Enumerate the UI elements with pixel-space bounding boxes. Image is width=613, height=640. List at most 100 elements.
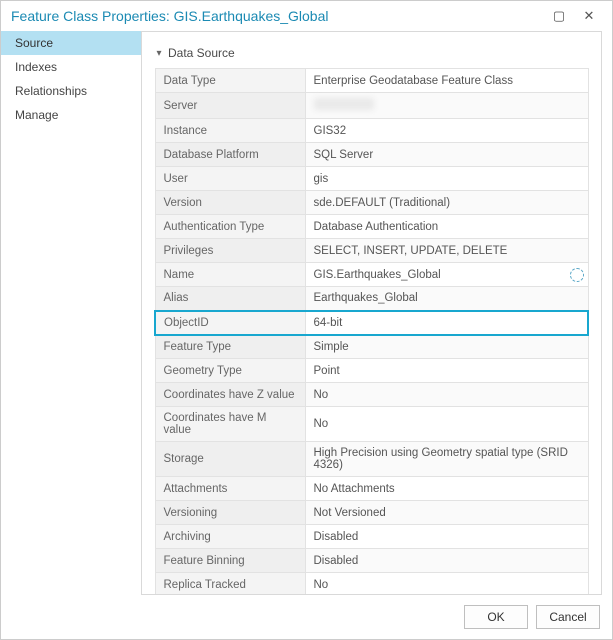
property-label: Replica Tracked: [155, 573, 305, 596]
property-label: Authentication Type: [155, 215, 305, 239]
ok-button[interactable]: OK: [464, 605, 528, 629]
property-value-text: Disabled: [314, 531, 359, 543]
property-value: sde.DEFAULT (Traditional): [305, 191, 588, 215]
property-label: User: [155, 167, 305, 191]
property-value-text: Not Versioned: [314, 507, 386, 519]
property-value: No: [305, 407, 588, 442]
property-value: Enterprise Geodatabase Feature Class: [305, 69, 588, 93]
property-value: Disabled: [305, 525, 588, 549]
property-value: 64-bit: [305, 311, 588, 335]
property-label: ObjectID: [155, 311, 305, 335]
property-label: Feature Type: [155, 335, 305, 359]
tab-manage[interactable]: Manage: [1, 103, 141, 127]
tab-list: Source Indexes Relationships Manage: [1, 31, 141, 595]
property-label: Data Type: [155, 69, 305, 93]
property-label: Server: [155, 93, 305, 119]
property-value: Database Authentication: [305, 215, 588, 239]
property-row: Authentication Type Database Authenticati…: [155, 215, 588, 239]
property-label: Versioning: [155, 501, 305, 525]
property-row: Usergis: [155, 167, 588, 191]
property-value-text: GIS32: [314, 125, 347, 137]
window-title: Feature Class Properties: GIS.Earthquake…: [11, 8, 329, 24]
maximize-icon[interactable]: ▢: [544, 8, 574, 24]
cancel-button[interactable]: Cancel: [536, 605, 600, 629]
property-value: High Precision using Geometry spatial ty…: [305, 442, 588, 477]
property-label: Geometry Type: [155, 359, 305, 383]
property-value: SELECT, INSERT, UPDATE, DELETE: [305, 239, 588, 263]
tab-source[interactable]: Source: [1, 31, 141, 55]
property-row: Instance GIS32: [155, 119, 588, 143]
property-row: StorageHigh Precision using Geometry spa…: [155, 442, 588, 477]
property-value: Disabled: [305, 549, 588, 573]
tab-label: Indexes: [15, 60, 57, 74]
property-value: Point: [305, 359, 588, 383]
property-value: Earthquakes_Global: [305, 287, 588, 311]
property-row: Server: [155, 93, 588, 119]
property-value-text: No: [314, 579, 329, 591]
property-row: AliasEarthquakes_Global: [155, 287, 588, 311]
property-row: Privileges SELECT, INSERT, UPDATE, DELETE: [155, 239, 588, 263]
property-row: Versionsde.DEFAULT (Traditional): [155, 191, 588, 215]
property-value: Simple: [305, 335, 588, 359]
property-value-text: Point: [314, 365, 340, 377]
property-row: Versioning Not Versioned: [155, 501, 588, 525]
property-label: Database Platform: [155, 143, 305, 167]
property-value-text: sde.DEFAULT (Traditional): [314, 197, 451, 209]
property-row: Feature TypeSimple: [155, 335, 588, 359]
property-value: SQL Server: [305, 143, 588, 167]
property-value-text: Enterprise Geodatabase Feature Class: [314, 75, 513, 87]
section-label: Data Source: [168, 46, 235, 60]
property-value: Not Versioned: [305, 501, 588, 525]
data-source-table: Data Type Enterprise Geodatabase Feature …: [154, 68, 589, 595]
close-icon[interactable]: ✕: [574, 8, 604, 24]
property-label: Name: [155, 263, 305, 287]
property-row: Name GIS.Earthquakes_Global: [155, 263, 588, 287]
property-row: Archiving Disabled: [155, 525, 588, 549]
property-value-text: gis: [314, 173, 329, 185]
property-value-text: SQL Server: [314, 149, 374, 161]
globe-icon[interactable]: [570, 268, 584, 282]
property-value-text: High Precision using Geometry spatial ty…: [314, 447, 568, 471]
property-row: ObjectID64-bit: [155, 311, 588, 335]
property-label: Feature Binning: [155, 549, 305, 573]
property-label: Instance: [155, 119, 305, 143]
property-label: Attachments: [155, 477, 305, 501]
tab-indexes[interactable]: Indexes: [1, 55, 141, 79]
property-row: Coordinates have Z value No: [155, 383, 588, 407]
dialog-footer: OK Cancel: [1, 595, 612, 639]
tab-label: Relationships: [15, 84, 87, 98]
titlebar: Feature Class Properties: GIS.Earthquake…: [1, 1, 612, 31]
property-value: GIS.Earthquakes_Global: [305, 263, 588, 287]
property-label: Alias: [155, 287, 305, 311]
tab-label: Manage: [15, 108, 58, 122]
chevron-down-icon: ▾: [154, 48, 164, 59]
button-label: OK: [487, 610, 504, 624]
property-value: [305, 93, 588, 119]
property-row: Data Type Enterprise Geodatabase Feature …: [155, 69, 588, 93]
property-value-text: Disabled: [314, 555, 359, 567]
property-value-text: SELECT, INSERT, UPDATE, DELETE: [314, 245, 508, 257]
property-row: Coordinates have M valueNo: [155, 407, 588, 442]
property-row: Database Platform SQL Server: [155, 143, 588, 167]
property-label: Coordinates have Z value: [155, 383, 305, 407]
property-value: No: [305, 383, 588, 407]
property-value-text: No: [314, 389, 329, 401]
property-row: Attachments No Attachments: [155, 477, 588, 501]
tab-relationships[interactable]: Relationships: [1, 79, 141, 103]
property-value: GIS32: [305, 119, 588, 143]
property-label: Coordinates have M value: [155, 407, 305, 442]
property-value-text: GIS.Earthquakes_Global: [314, 269, 441, 281]
property-value: gis: [305, 167, 588, 191]
property-row: Replica Tracked No: [155, 573, 588, 596]
property-value-text: No Attachments: [314, 483, 395, 495]
property-label: Privileges: [155, 239, 305, 263]
property-label: Archiving: [155, 525, 305, 549]
property-value-text: Database Authentication: [314, 221, 439, 233]
section-data-source[interactable]: ▾ Data Source: [154, 42, 589, 64]
dialog-window: Feature Class Properties: GIS.Earthquake…: [0, 0, 613, 640]
button-label: Cancel: [549, 610, 586, 624]
property-row: Feature Binning Disabled: [155, 549, 588, 573]
content-pane: ▾ Data Source Data Type Enterprise Geodat…: [141, 31, 602, 595]
property-row: Geometry Type Point: [155, 359, 588, 383]
tab-label: Source: [15, 36, 53, 50]
